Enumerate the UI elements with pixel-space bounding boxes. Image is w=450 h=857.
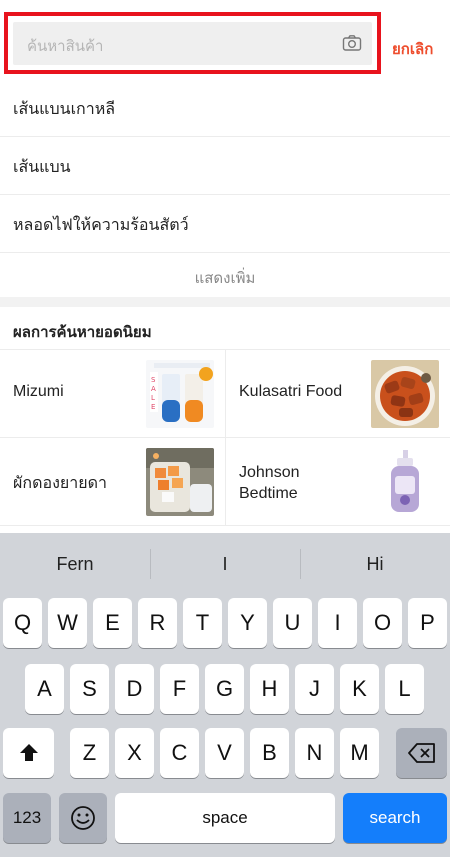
popular-item-pickled-vegetables[interactable]: ผักดองยายดา [0, 438, 225, 526]
key-q[interactable]: Q [3, 598, 42, 648]
suggestion-item[interactable]: เส้นแบนเกาหลี [0, 79, 450, 137]
key-i[interactable]: I [318, 598, 357, 648]
search-key[interactable]: search [343, 793, 447, 843]
popular-item-label: ผักดองยายดา [13, 475, 107, 492]
key-m[interactable]: M [340, 728, 379, 778]
product-image-lotion [371, 448, 439, 516]
svg-text:A: A [151, 385, 156, 393]
key-r[interactable]: R [138, 598, 177, 648]
key-x[interactable]: X [115, 728, 154, 778]
key-a[interactable]: A [25, 664, 64, 714]
product-image-sunscreen: S A L E [146, 360, 214, 428]
cancel-button[interactable]: ยกเลิก [392, 37, 433, 61]
suggestion-label: เส้นแบนเกาหลี [13, 99, 116, 118]
key-d[interactable]: D [115, 664, 154, 714]
key-n[interactable]: N [295, 728, 334, 778]
search-input[interactable]: ค้นหาสินค้า [13, 22, 372, 65]
space-key[interactable]: space [115, 793, 335, 843]
search-highlight-frame: ค้นหาสินค้า [4, 12, 381, 74]
backspace-icon [407, 743, 435, 763]
prediction-suggestion[interactable]: Hi [300, 533, 450, 591]
key-j[interactable]: J [295, 664, 334, 714]
shift-key[interactable] [3, 728, 54, 778]
suggestion-label: เส้นแบน [13, 157, 71, 176]
svg-text:E: E [151, 403, 155, 411]
key-g[interactable]: G [205, 664, 244, 714]
show-more-label: แสดงเพิ่ม [194, 269, 256, 287]
key-e[interactable]: E [93, 598, 132, 648]
shift-icon [19, 744, 38, 761]
key-l[interactable]: L [385, 664, 424, 714]
key-o[interactable]: O [363, 598, 402, 648]
key-y[interactable]: Y [228, 598, 267, 648]
popular-item-label: Mizumi [13, 383, 64, 400]
key-s[interactable]: S [70, 664, 109, 714]
key-b[interactable]: B [250, 728, 289, 778]
key-c[interactable]: C [160, 728, 199, 778]
search-placeholder: ค้นหาสินค้า [27, 37, 104, 55]
key-h[interactable]: H [250, 664, 289, 714]
popular-searches-grid: Mizumi S A L E Kulasatri Food ผักดองยายด… [0, 349, 450, 539]
key-w[interactable]: W [48, 598, 87, 648]
product-image-food [371, 360, 439, 428]
on-screen-keyboard: Fern I Hi Q W E R T Y U I O P A S D F G … [0, 533, 450, 857]
key-p[interactable]: P [408, 598, 447, 648]
search-header: ค้นหาสินค้า ยกเลิก [0, 0, 450, 80]
camera-icon[interactable] [342, 33, 362, 53]
popular-item-label: Johnson Bedtime [239, 464, 300, 502]
product-image-pickles [146, 448, 214, 516]
popular-item-kulasatri-food[interactable]: Kulasatri Food [225, 350, 450, 438]
emoji-key[interactable] [59, 793, 107, 843]
key-u[interactable]: U [273, 598, 312, 648]
key-v[interactable]: V [205, 728, 244, 778]
show-more-button[interactable]: แสดงเพิ่ม [0, 253, 450, 297]
section-divider [0, 297, 450, 307]
key-k[interactable]: K [340, 664, 379, 714]
svg-text:S: S [151, 376, 156, 384]
popular-searches-title: ผลการค้นหายอดนิยม [13, 323, 152, 341]
suggestion-item[interactable]: หลอดไฟให้ความร้อนสัตว์ [0, 195, 450, 253]
svg-text:L: L [151, 394, 155, 402]
key-f[interactable]: F [160, 664, 199, 714]
prediction-suggestion[interactable]: I [150, 533, 300, 591]
suggestion-label: หลอดไฟให้ความร้อนสัตว์ [13, 215, 189, 234]
popular-item-label: Kulasatri Food [239, 383, 343, 400]
numbers-key[interactable]: 123 [3, 793, 51, 843]
suggestion-item[interactable]: เส้นแบน [0, 137, 450, 195]
backspace-key[interactable] [396, 728, 447, 778]
prediction-suggestion[interactable]: Fern [0, 533, 150, 591]
predictive-bar: Fern I Hi [0, 533, 450, 591]
key-t[interactable]: T [183, 598, 222, 648]
popular-item-johnson-bedtime[interactable]: Johnson Bedtime [225, 438, 450, 526]
key-z[interactable]: Z [70, 728, 109, 778]
popular-item-mizumi[interactable]: Mizumi S A L E [0, 350, 225, 438]
emoji-icon [71, 806, 95, 830]
